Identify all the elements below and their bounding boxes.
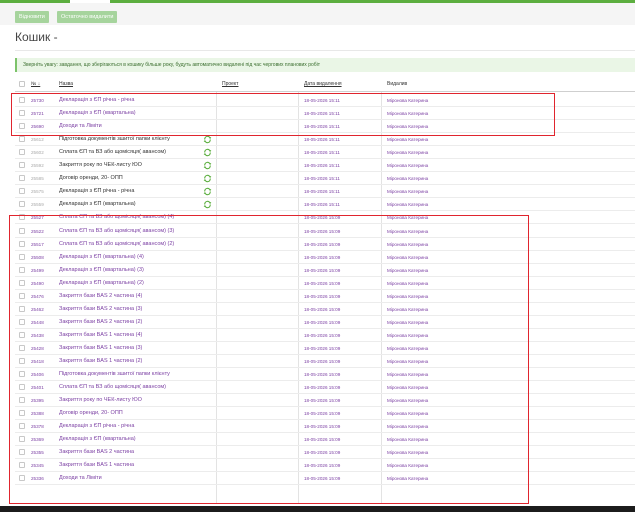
row-number: 25602	[31, 150, 44, 156]
table-row[interactable]: 25559 Декларація з ЄП (квартальна) 18-05-2…	[15, 198, 635, 212]
row-date: 18-05-2026 15:11	[304, 150, 340, 156]
row-checkbox[interactable]	[19, 201, 25, 208]
table-row[interactable]: 25575 Декларація з ЄП річна - річна 18-05-…	[15, 185, 635, 199]
row-date: 18-05-2026 15:11	[304, 163, 340, 169]
row-date: 18-05-2026 15:11	[304, 189, 340, 195]
recurring-icon	[203, 175, 212, 183]
row-deleted-by: Міронова Катерина	[387, 163, 429, 169]
highlight-box	[9, 215, 529, 504]
recurring-icon	[203, 135, 212, 144]
select-all-checkbox[interactable]	[19, 81, 25, 87]
row-deleted-by: Міронова Катерина	[387, 176, 429, 182]
table-row[interactable]: 25585 Договір оренди, 20- ОПП 18-05-2026 1…	[15, 172, 635, 186]
header-project[interactable]: Проект	[222, 81, 238, 87]
delete-permanently-button[interactable]: Остаточно видалити	[57, 11, 118, 23]
header-date[interactable]: Дата видалення	[304, 81, 342, 87]
row-number: 25585	[31, 176, 44, 182]
row-date: 18-05-2026 15:11	[304, 137, 340, 143]
row-name[interactable]: Декларація з ЄП річна - річна	[59, 188, 134, 194]
row-number: 25612	[31, 137, 44, 143]
row-checkbox[interactable]	[19, 162, 25, 169]
page-title: Кошик -	[15, 30, 58, 44]
recurring-icon	[203, 162, 212, 170]
row-number: 25559	[31, 202, 44, 208]
divider	[15, 50, 635, 51]
row-name[interactable]: Закриття року по ЧЕК-листу ЮО	[59, 162, 142, 168]
recurring-icon	[203, 201, 212, 209]
row-name[interactable]: Сплата ЄП та ВЗ або щомісяця( авансом)	[59, 149, 166, 155]
header-divider	[15, 91, 635, 92]
row-deleted-by: Міронова Катерина	[387, 202, 429, 208]
table-row[interactable]: 25592 Закриття року по ЧЕК-листу ЮО 18-05-…	[15, 159, 635, 173]
row-date: 18-05-2026 15:11	[304, 202, 340, 208]
toolbar: Відновити Остаточно видалити	[0, 3, 635, 25]
header-name[interactable]: Назва	[59, 81, 73, 87]
table-header: № ↓ Назва Проект Дата видалення Видалив	[15, 78, 635, 90]
header-num[interactable]: № ↓	[31, 81, 40, 87]
row-checkbox[interactable]	[19, 149, 25, 156]
row-name[interactable]: Договір оренди, 20- ОПП	[59, 175, 123, 181]
header-deleted-by: Видалив	[387, 81, 408, 87]
taskbar	[0, 506, 635, 512]
row-checkbox[interactable]	[19, 136, 25, 143]
recurring-icon	[203, 188, 212, 196]
highlight-box	[11, 93, 555, 136]
row-name[interactable]: Підготовка документів зшитої папки клієн…	[59, 136, 170, 142]
row-checkbox[interactable]	[19, 188, 25, 195]
row-number: 25575	[31, 189, 44, 195]
table-row[interactable]: 25602 Сплата ЄП та ВЗ або щомісяця( аванс…	[15, 146, 635, 160]
recurring-icon	[203, 148, 212, 157]
row-deleted-by: Міронова Катерина	[387, 150, 429, 156]
notice-banner: Зверніть увагу: завдання, що зберігаютьс…	[15, 58, 635, 72]
row-number: 25592	[31, 163, 44, 169]
row-date: 18-05-2026 15:11	[304, 176, 340, 182]
row-deleted-by: Міронова Катерина	[387, 189, 429, 195]
row-name[interactable]: Декларація з ЄП (квартальна)	[59, 201, 136, 207]
row-deleted-by: Міронова Катерина	[387, 137, 429, 143]
row-checkbox[interactable]	[19, 175, 25, 182]
restore-button[interactable]: Відновити	[15, 11, 49, 23]
